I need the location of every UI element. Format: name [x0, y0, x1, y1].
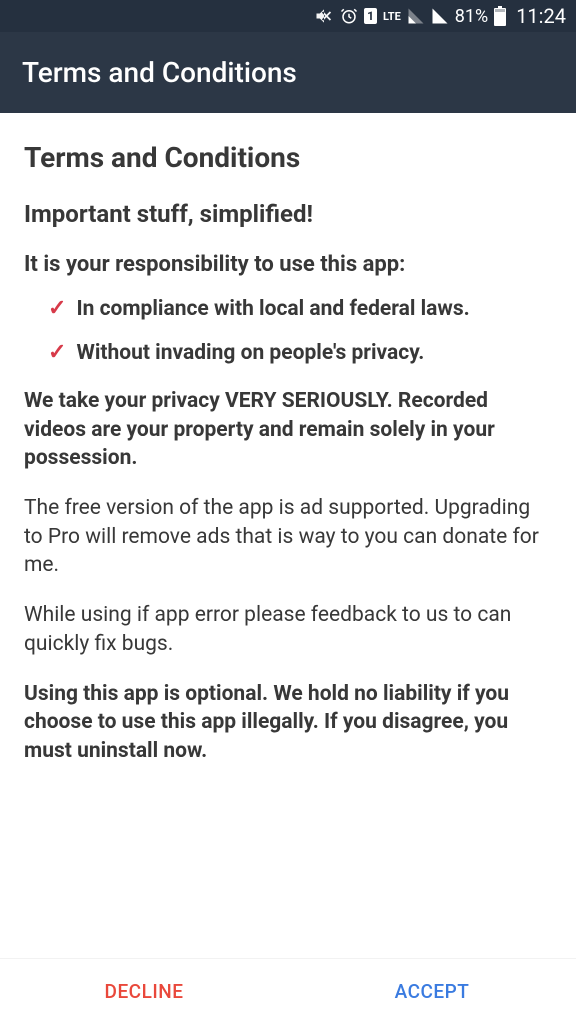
status-bar: 1 LTE 81% 11:24: [0, 0, 576, 32]
check-icon: ✓: [48, 341, 66, 365]
check-icon: ✓: [48, 297, 66, 321]
list-item: ✓ In compliance with local and federal l…: [48, 297, 552, 321]
list-item-text: In compliance with local and federal law…: [76, 297, 469, 321]
signal-2-icon: [431, 7, 449, 25]
page-title: Terms and Conditions: [24, 141, 552, 174]
error-feedback-paragraph: While using if app error please feedback…: [24, 601, 552, 658]
mute-icon: [314, 6, 334, 26]
list-item: ✓ Without invading on people's privacy.: [48, 341, 552, 365]
optional-paragraph: Using this app is optional. We hold no l…: [24, 680, 552, 765]
sim-indicator: 1: [364, 8, 377, 24]
app-bar: Terms and Conditions: [0, 32, 576, 113]
responsibility-heading: It is your responsibility to use this ap…: [24, 252, 552, 277]
button-bar: DECLINE ACCEPT: [0, 958, 576, 1024]
lte-indicator: LTE: [383, 11, 401, 22]
decline-button[interactable]: DECLINE: [0, 959, 288, 1024]
list-item-text: Without invading on people's privacy.: [76, 341, 424, 365]
subtitle: Important stuff, simplified!: [24, 200, 552, 228]
alarm-icon: [340, 7, 358, 25]
accept-button[interactable]: ACCEPT: [288, 959, 576, 1024]
battery-icon: [494, 6, 506, 26]
clock-time: 11:24: [516, 4, 566, 28]
signal-1-icon: [407, 7, 425, 25]
terms-content: Terms and Conditions Important stuff, si…: [0, 113, 576, 958]
responsibility-list: ✓ In compliance with local and federal l…: [24, 297, 552, 365]
app-bar-title: Terms and Conditions: [22, 56, 297, 89]
battery-percent: 81%: [455, 6, 488, 27]
free-version-paragraph: The free version of the app is ad suppor…: [24, 494, 552, 579]
privacy-paragraph: We take your privacy VERY SERIOUSLY. Rec…: [24, 387, 552, 472]
